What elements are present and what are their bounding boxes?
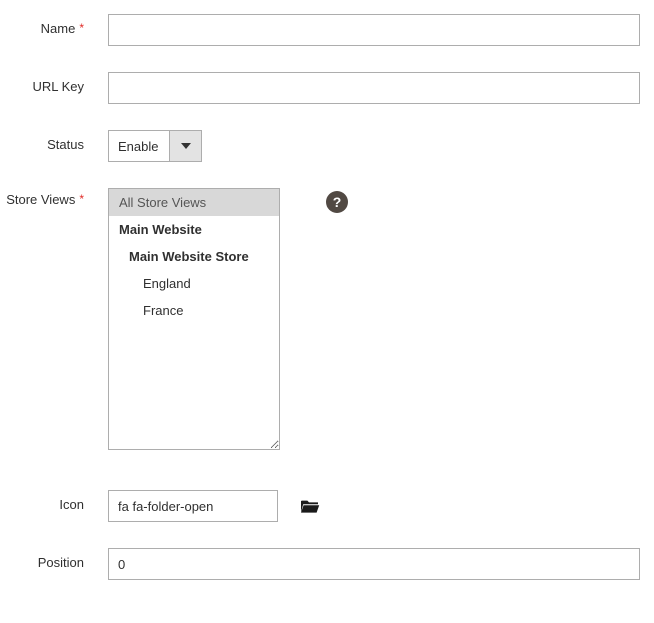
name-label: Name — [0, 14, 108, 36]
icon-label: Icon — [0, 490, 108, 512]
store-views-option[interactable]: Main Website Store — [109, 243, 279, 270]
icon-input[interactable] — [108, 490, 278, 522]
store-views-label: Store Views — [0, 188, 108, 207]
position-label: Position — [0, 548, 108, 570]
store-views-option[interactable]: All Store Views — [109, 189, 279, 216]
position-input[interactable] — [108, 548, 640, 580]
store-views-option[interactable]: England — [109, 270, 279, 297]
status-label: Status — [0, 130, 108, 152]
help-icon[interactable]: ? — [326, 191, 348, 213]
caret-down-icon — [181, 143, 191, 149]
name-input[interactable] — [108, 14, 640, 46]
url-key-input[interactable] — [108, 72, 640, 104]
store-views-option[interactable]: Main Website — [109, 216, 279, 243]
url-key-label: URL Key — [0, 72, 108, 94]
status-select[interactable]: Enable — [109, 131, 169, 161]
status-dropdown-toggle[interactable] — [169, 131, 201, 161]
store-views-multiselect[interactable]: All Store ViewsMain WebsiteMain Website … — [108, 188, 280, 450]
folder-open-icon — [300, 498, 320, 514]
store-views-option[interactable]: France — [109, 297, 279, 324]
